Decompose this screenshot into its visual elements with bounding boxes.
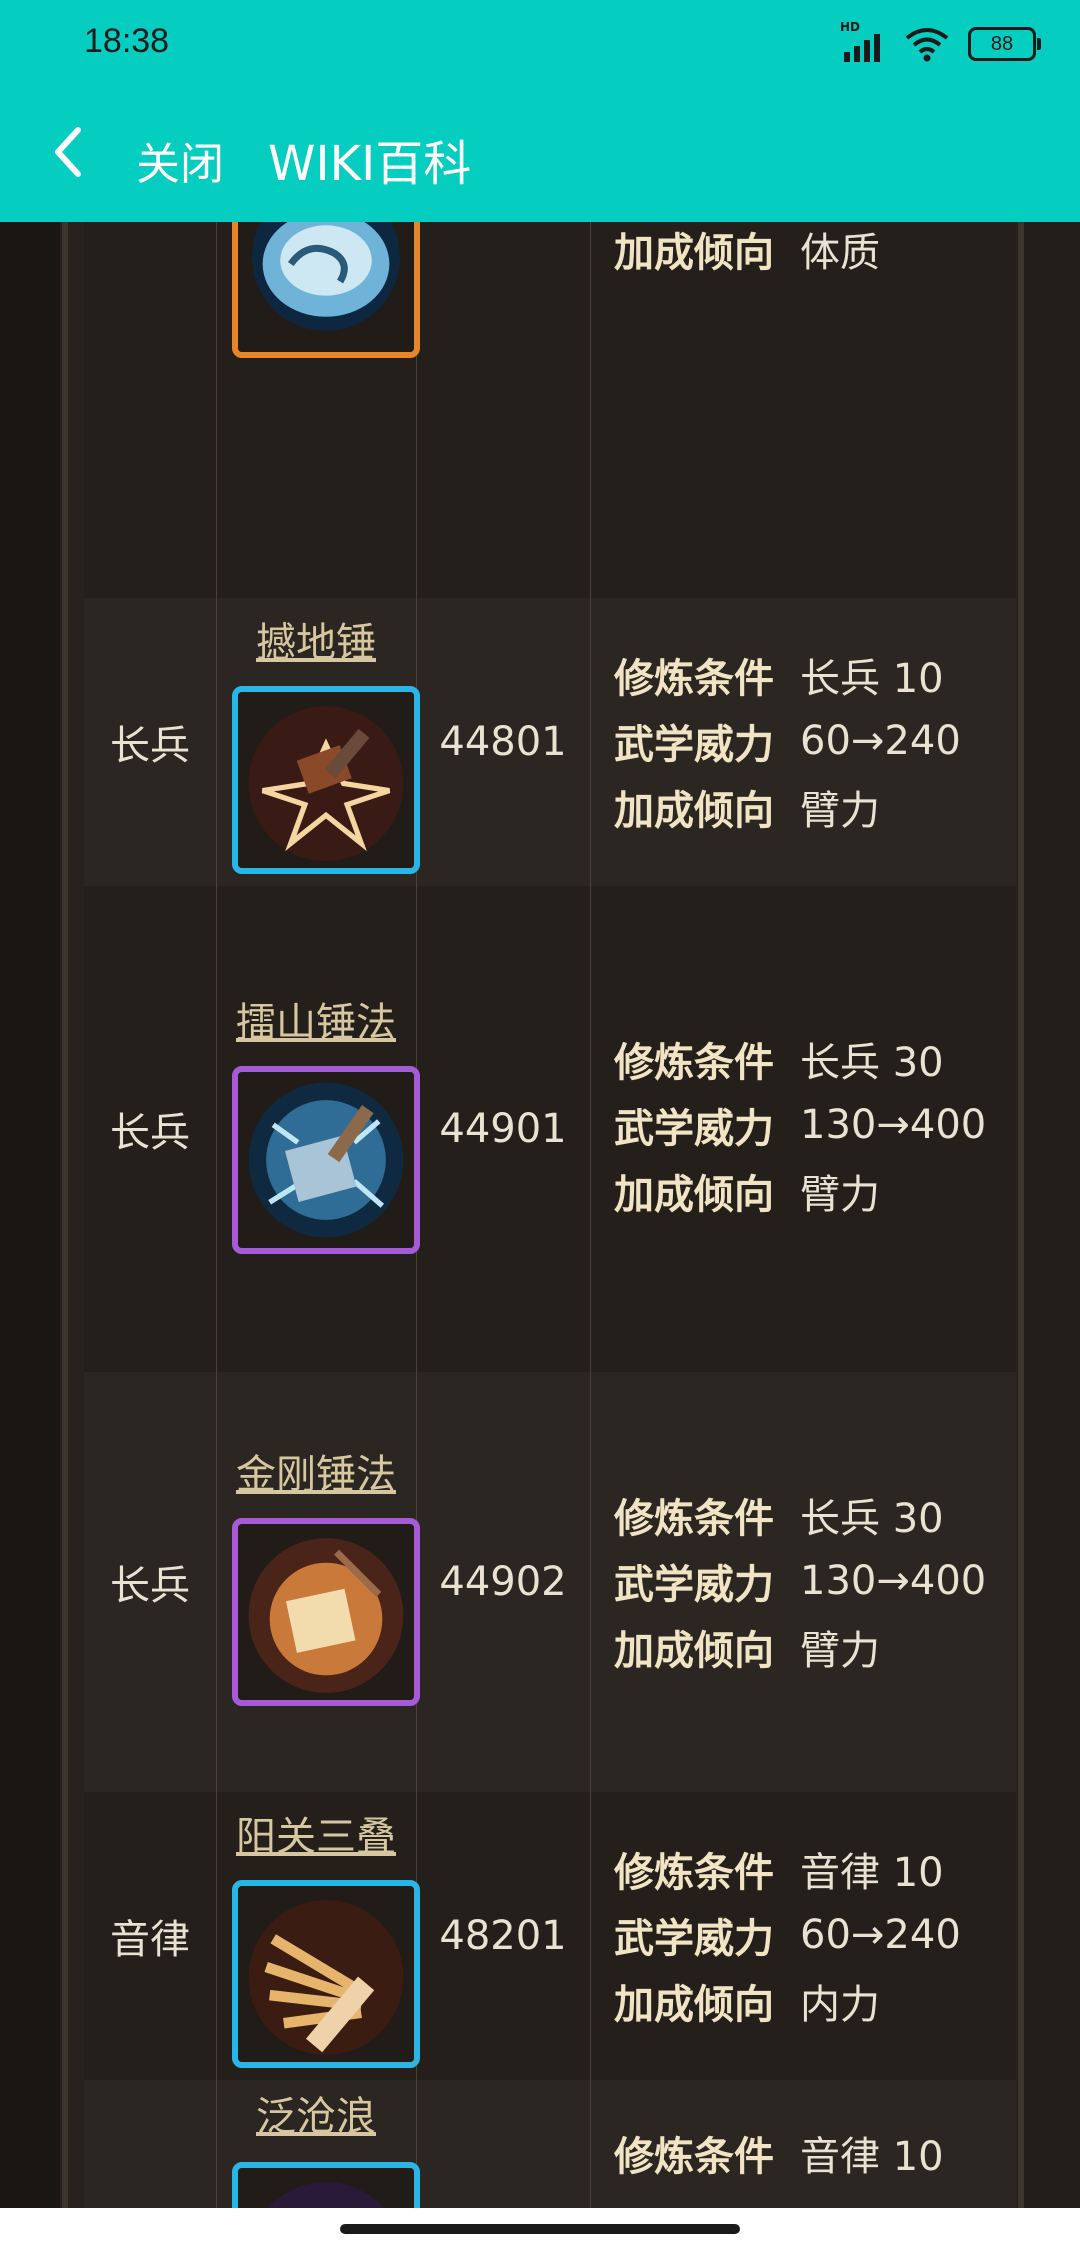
status-time: 18:38 (84, 22, 170, 60)
skill-type: 长兵 (110, 1563, 190, 1609)
power-label: 武学威力 (614, 1562, 774, 1608)
tendency-value: 内力 (800, 1982, 880, 2028)
blue-fist-icon[interactable] (232, 222, 420, 358)
page-title: WIKI百科 (268, 136, 472, 192)
table-row: 长兵 金刚锤法 44902 修炼条件 长兵 30 武学威力 130→400 加成… (84, 1372, 1016, 1793)
tendency-label: 加成倾向 (614, 1982, 774, 2028)
skill-table[interactable]: 加成倾向 体质 长兵 撼地锤 44801 修炼条件 长兵 10 武学威力 60→… (0, 222, 1080, 2208)
tendency-value: 体质 (800, 230, 880, 276)
tendency-value: 臂力 (800, 788, 880, 834)
status-icons: HD 88 (840, 20, 1041, 66)
condition-label: 修炼条件 (614, 1850, 774, 1896)
home-indicator[interactable] (0, 2208, 1080, 2248)
condition-line: 修炼条件 长兵 30 (614, 1482, 986, 1548)
condition-label: 修炼条件 (614, 1496, 774, 1542)
back-arrow-icon[interactable] (48, 122, 88, 182)
skill-name-link[interactable]: 金刚锤法 (216, 1442, 416, 1500)
table-row: 长兵 擂山锤法 44901 修炼条件 长兵 30 武学威力 130→400 加成… (84, 886, 1016, 1373)
condition-value: 音律 10 (800, 1850, 944, 1896)
power-label: 武学威力 (614, 1106, 774, 1152)
skill-type: 长兵 (110, 1110, 190, 1156)
right-column-edge (1024, 222, 1080, 2208)
condition-value: 长兵 30 (800, 1496, 944, 1542)
ground-hammer-icon[interactable] (232, 686, 420, 874)
skill-id: 48201 (439, 1913, 567, 1959)
condition-line: 修炼条件 长兵 30 (614, 1026, 986, 1092)
tendency-label: 加成倾向 (614, 788, 774, 834)
skill-name-link[interactable]: 撼地锤 (216, 610, 416, 668)
hd-badge: HD (840, 20, 861, 34)
tendency-label: 加成倾向 (614, 230, 774, 276)
table-row: 泛沧浪 修炼条件 音律 10 (84, 2080, 1016, 2208)
app-bar: 18:38 HD 88 关闭 WIKI百科 (0, 0, 1080, 222)
condition-line: 修炼条件 音律 10 (614, 1836, 961, 1902)
power-line: 武学威力 130→400 (614, 1092, 986, 1158)
condition-value: 音律 10 (800, 2134, 944, 2180)
condition-label: 修炼条件 (614, 656, 774, 702)
tendency-line: 加成倾向 臂力 (614, 1614, 986, 1680)
battery-icon: 88 (968, 27, 1041, 61)
power-label: 武学威力 (614, 1916, 774, 1962)
golden-hammer-icon[interactable] (232, 1518, 420, 1706)
close-button[interactable]: 关闭 (136, 128, 224, 192)
wifi-icon (905, 28, 949, 62)
condition-line: 修炼条件 长兵 10 (614, 642, 961, 708)
power-value: 60→240 (800, 718, 961, 764)
table-row: 音律 阳关三叠 48201 修炼条件 音律 10 武学威力 60→240 加成倾… (84, 1792, 1016, 2081)
table-row: 长兵 撼地锤 44801 修炼条件 长兵 10 武学威力 60→240 加成倾向… (84, 598, 1016, 887)
skill-id: 44901 (439, 1106, 567, 1152)
skill-type: 长兵 (110, 723, 190, 769)
power-value: 130→400 (800, 1558, 987, 1604)
tendency-line: 加成倾向 臂力 (614, 774, 961, 840)
tendency-line: 加成倾向 臂力 (614, 1158, 986, 1224)
power-label: 武学威力 (614, 722, 774, 768)
tendency-line: 加成倾向 内力 (614, 1968, 961, 2034)
power-value: 60→240 (800, 1912, 961, 1958)
condition-value: 长兵 10 (800, 656, 944, 702)
skill-name-link[interactable]: 泛沧浪 (216, 2084, 416, 2142)
condition-line: 修炼条件 音律 10 (614, 2120, 944, 2186)
condition-value: 长兵 30 (800, 1040, 944, 1086)
skill-name-link[interactable]: 擂山锤法 (216, 990, 416, 1048)
signal-icon: HD (840, 20, 886, 64)
condition-label: 修炼条件 (614, 2134, 774, 2180)
skill-id: 44801 (439, 719, 567, 765)
power-value: 130→400 (800, 1102, 987, 1148)
tendency-line: 加成倾向 体质 (614, 222, 880, 282)
skill-id: 44902 (439, 1559, 567, 1605)
tendency-label: 加成倾向 (614, 1628, 774, 1674)
tendency-value: 臂力 (800, 1172, 880, 1218)
power-line: 武学威力 130→400 (614, 1548, 986, 1614)
power-line: 武学威力 60→240 (614, 1902, 961, 1968)
fan-flute-icon[interactable] (232, 1880, 420, 2068)
table-row: 加成倾向 体质 (84, 222, 1016, 599)
left-rail (0, 222, 68, 2208)
skill-name-link[interactable]: 阳关三叠 (216, 1804, 416, 1862)
condition-label: 修炼条件 (614, 1040, 774, 1086)
purple-wave-icon[interactable] (232, 2162, 420, 2208)
tendency-label: 加成倾向 (614, 1172, 774, 1218)
tendency-value: 臂力 (800, 1628, 880, 1674)
skill-type: 音律 (110, 1917, 190, 1963)
power-line: 武学威力 60→240 (614, 708, 961, 774)
battery-level: 88 (990, 32, 1014, 55)
ice-hammer-icon[interactable] (232, 1066, 420, 1254)
